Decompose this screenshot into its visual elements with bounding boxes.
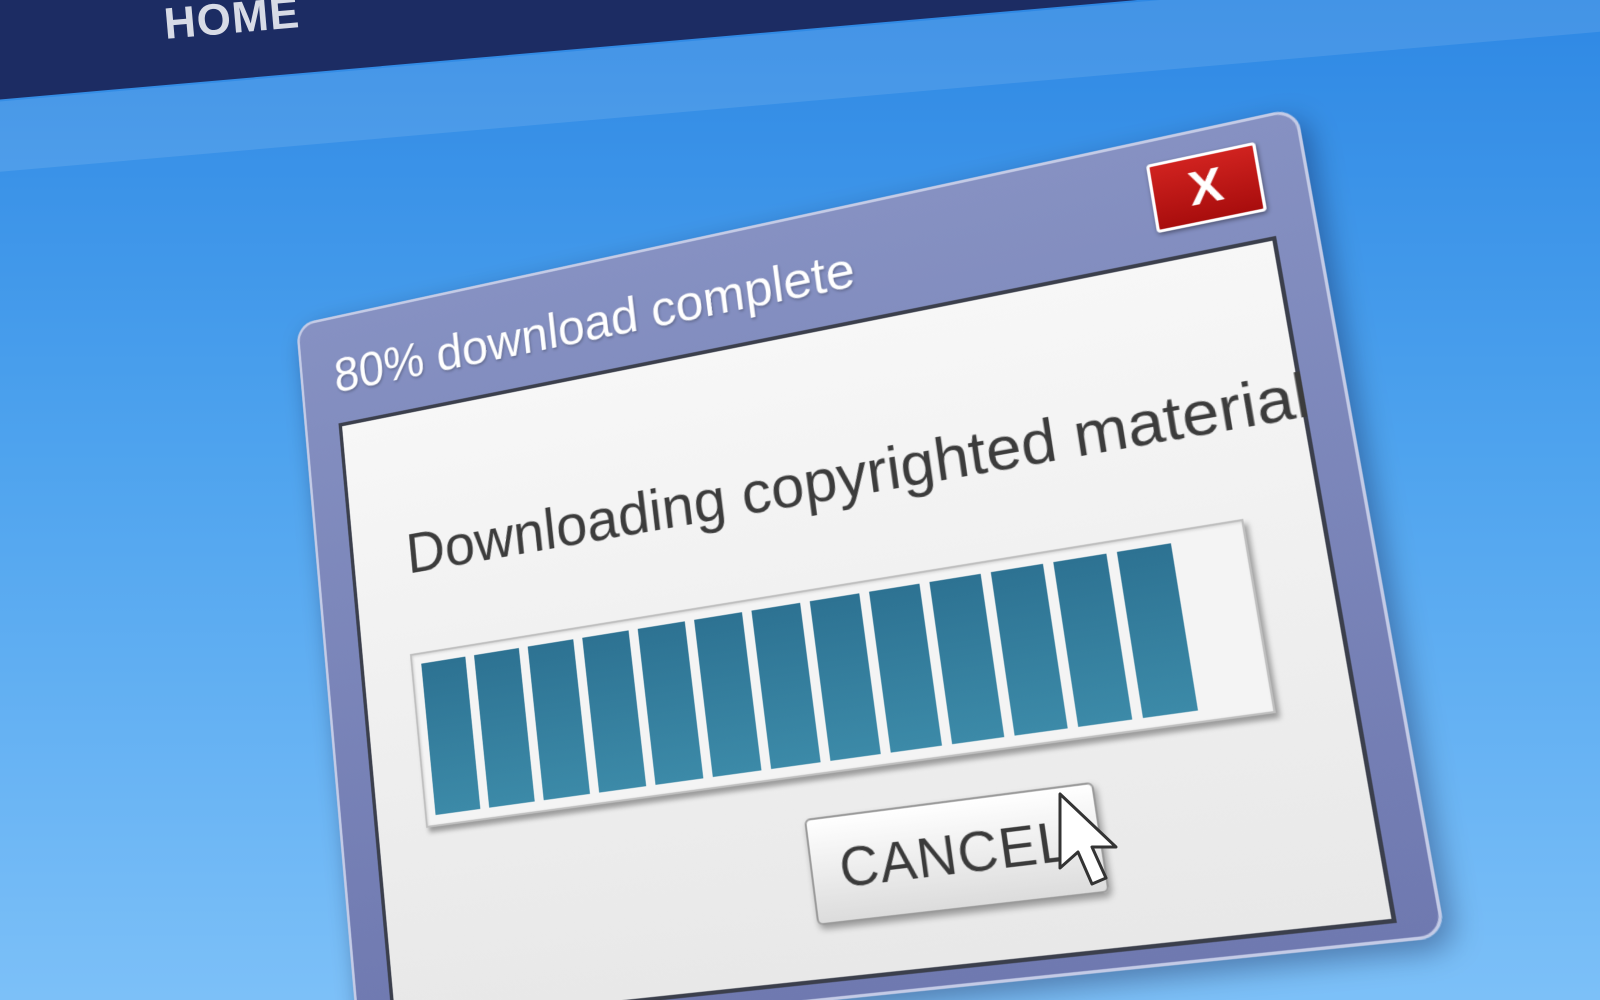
download-dialog-wrapper: 80% download complete X Downloading copy… xyxy=(295,107,1447,1000)
progress-segment xyxy=(751,602,821,770)
progress-segment xyxy=(990,563,1068,736)
mouse-pointer-icon xyxy=(1058,792,1118,886)
cancel-button-label: CANCEL xyxy=(835,808,1075,900)
progress-segment xyxy=(637,621,704,785)
progress-bar xyxy=(409,518,1276,828)
progress-segment xyxy=(421,656,481,816)
progress-fill xyxy=(421,543,1198,816)
progress-segment xyxy=(527,639,590,801)
progress-segment xyxy=(929,573,1005,745)
progress-segment xyxy=(809,593,881,761)
progress-segment xyxy=(869,583,942,753)
close-icon: X xyxy=(1184,157,1228,217)
close-button[interactable]: X xyxy=(1145,141,1268,234)
progress-segment xyxy=(474,647,535,808)
progress-segment xyxy=(582,630,647,793)
screen: HOME 80% download complete X Downloading… xyxy=(0,0,1600,1000)
progress-segment xyxy=(1116,543,1198,719)
download-dialog: 80% download complete X Downloading copy… xyxy=(295,107,1447,1000)
progress-segment xyxy=(694,612,762,778)
